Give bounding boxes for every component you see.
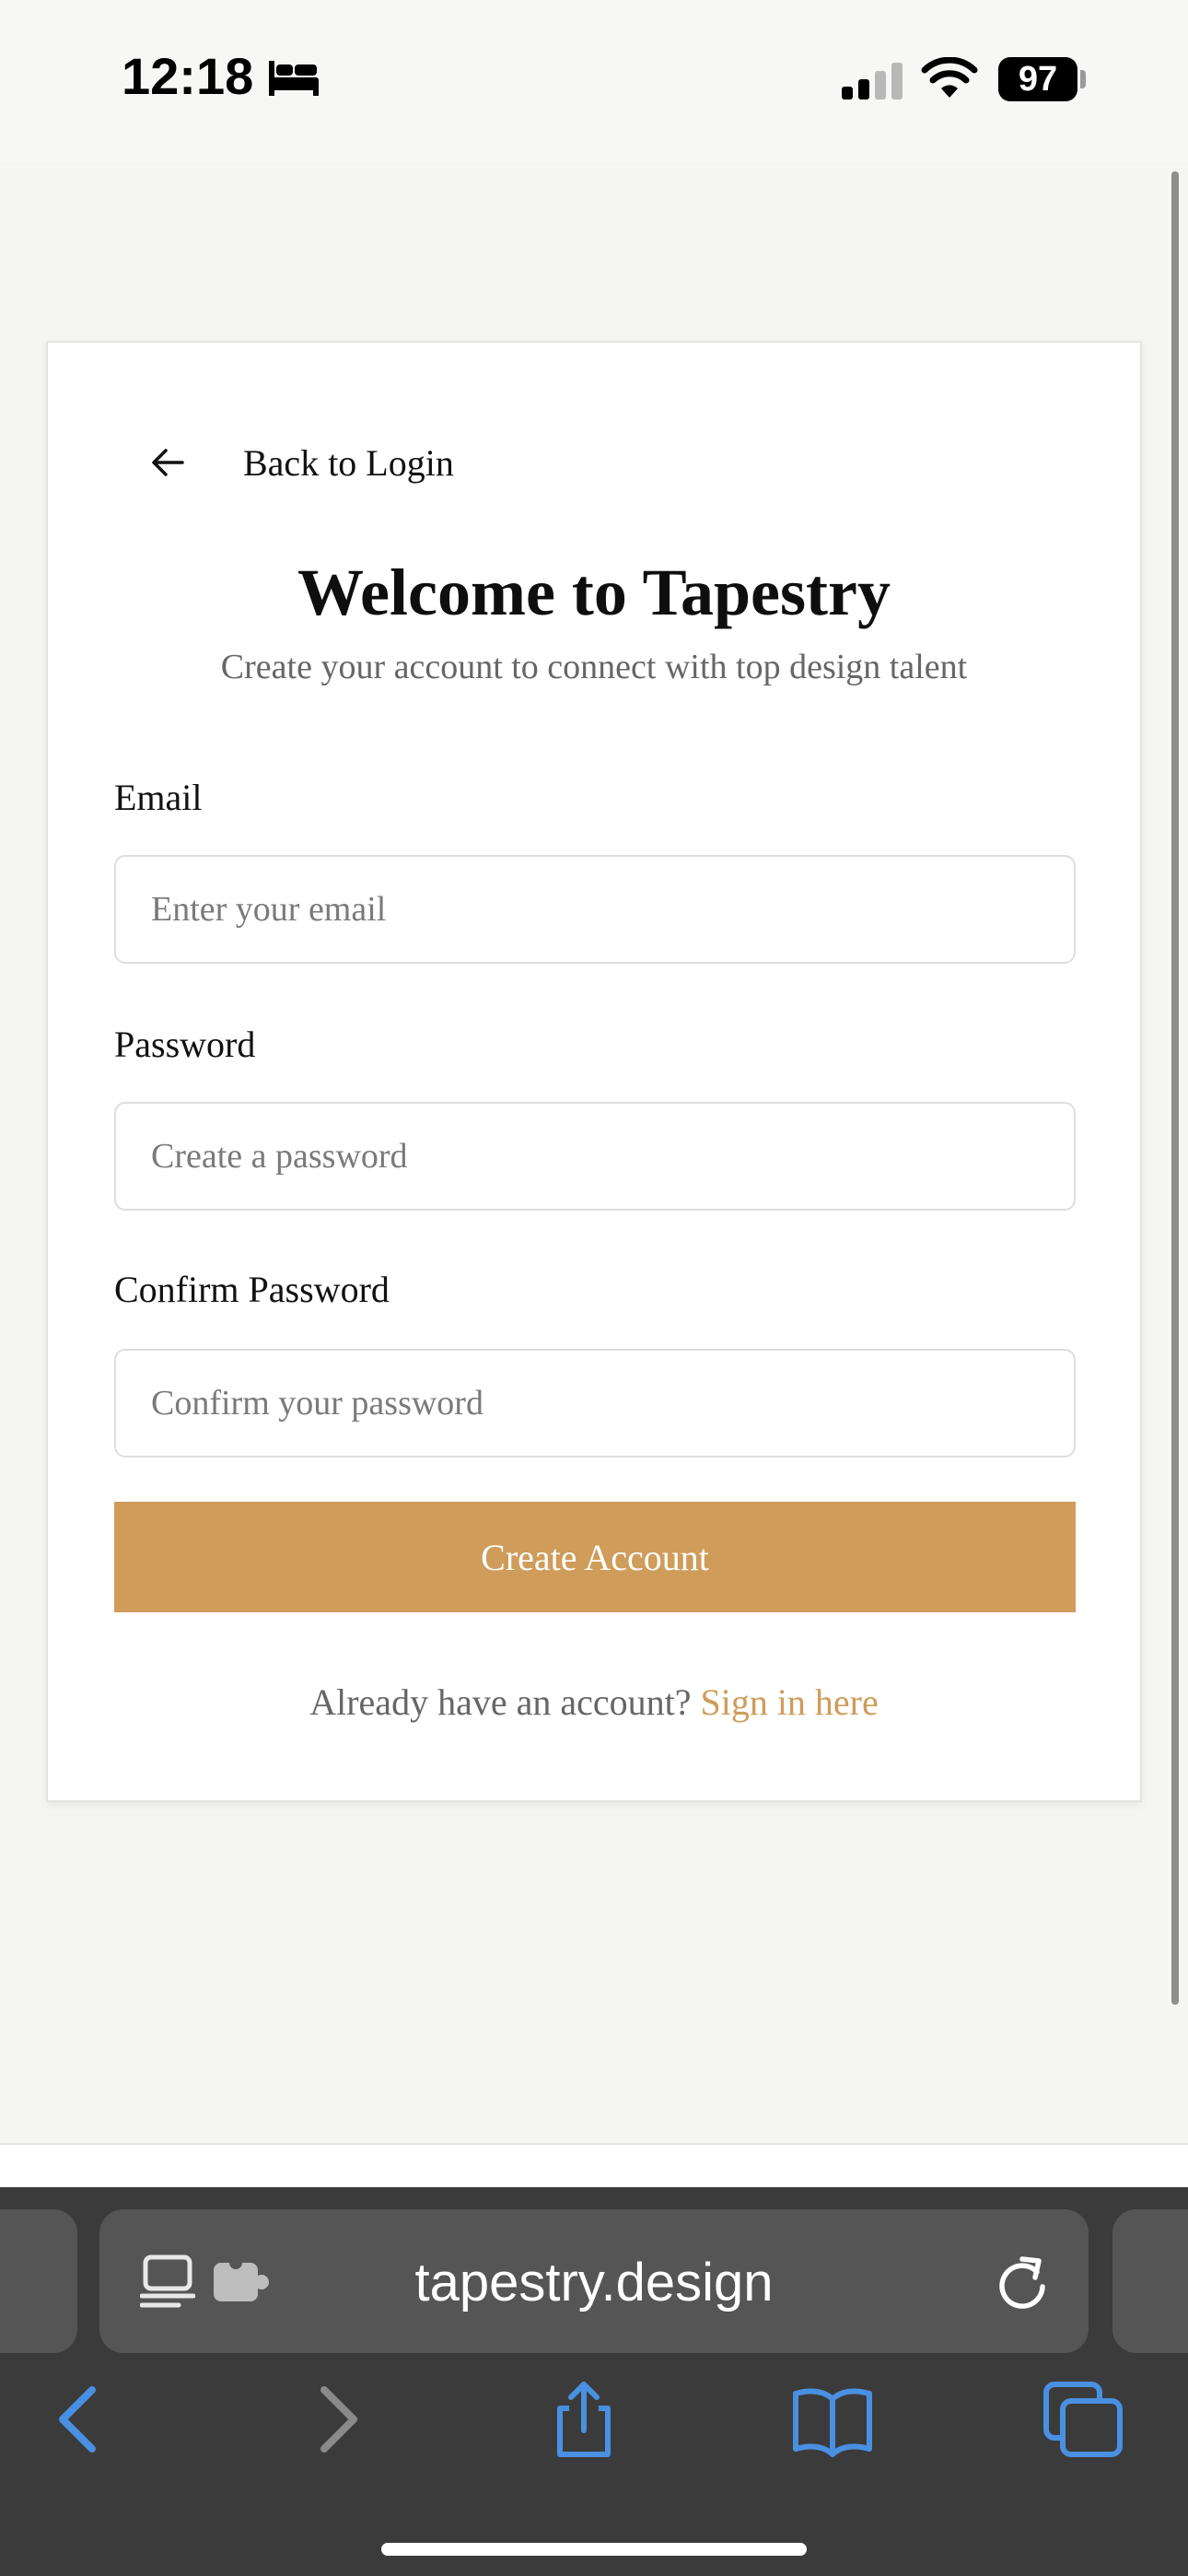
page-scrollbar[interactable] [1171,171,1179,2005]
password-field[interactable] [114,1102,1076,1211]
signin-prompt-text: Already have an account? [309,1681,692,1723]
bed-icon [269,61,319,96]
bookmarks-icon[interactable] [790,2381,875,2458]
url-text[interactable]: tapestry.design [276,2246,912,2320]
arrow-left-icon [152,449,184,476]
page-bottom-edge [0,2143,1188,2187]
confirm-password-label: Confirm Password [114,1269,390,1310]
signin-prompt-row: Already have an account? Sign in here [48,1680,1140,1724]
next-tab-peek[interactable] [1112,2209,1188,2353]
password-label: Password [114,1024,256,1065]
battery-icon: 97 [998,57,1077,101]
signup-card: Back to Login Welcome to Tapestry Create… [46,341,1142,1802]
wifi-icon [921,57,978,98]
back-to-login-link[interactable]: Back to Login [149,435,454,490]
back-to-login-label: Back to Login [243,441,454,484]
extension-icon[interactable] [212,2259,271,2305]
email-label: Email [114,777,203,818]
reload-icon[interactable] [995,2254,1050,2311]
previous-tab-peek[interactable] [0,2209,77,2353]
confirm-password-field[interactable] [114,1349,1076,1458]
email-field[interactable] [114,855,1076,964]
page-title: Welcome to Tapestry [297,556,891,629]
page-subtitle: Create your account to connect with top … [220,648,968,686]
sign-in-link[interactable]: Sign in here [700,1681,878,1723]
back-icon[interactable] [37,2381,122,2458]
tabs-icon[interactable] [1041,2381,1125,2458]
status-bar: 12:18 97 [0,0,1188,162]
signal-icon [842,63,903,100]
home-indicator[interactable] [381,2543,807,2556]
battery-nub [1080,70,1086,88]
share-icon[interactable] [542,2381,626,2458]
status-time: 12:18 [122,47,254,105]
reader-icon[interactable] [140,2254,195,2311]
create-account-button[interactable]: Create Account [114,1502,1076,1612]
forward-icon[interactable] [295,2381,379,2458]
